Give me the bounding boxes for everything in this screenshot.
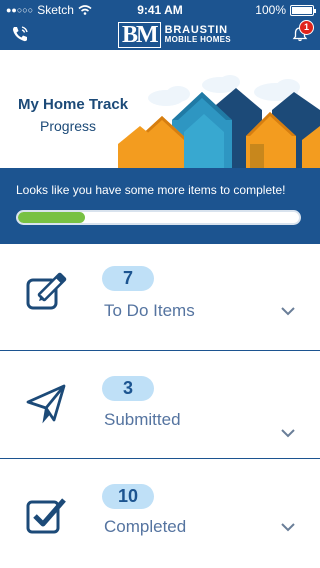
chevron-down-icon[interactable] — [280, 522, 296, 532]
logo-line1: BRAUSTIN — [164, 24, 228, 36]
completed-count-badge: 10 — [102, 484, 154, 509]
paper-plane-icon — [26, 384, 66, 424]
hero-title: My Home Track — [18, 96, 129, 113]
chevron-down-icon[interactable] — [280, 306, 296, 316]
completed-label: Completed — [104, 517, 187, 536]
logo-mark: BM — [118, 22, 161, 48]
progress-message: Looks like you have some more items to c… — [16, 183, 286, 197]
battery-info: 100% — [255, 3, 316, 17]
progress-bar — [16, 210, 301, 225]
hero-subtitle: Progress — [40, 118, 97, 134]
edit-icon — [26, 272, 67, 310]
todo-items-row[interactable]: 7 To Do Items — [0, 244, 320, 351]
checkbox-icon — [26, 498, 66, 534]
nav-bar: BM BRAUSTIN MOBILE HOMES 1 — [0, 20, 320, 50]
battery-percent: 100% — [255, 3, 286, 17]
hero-banner: My Home Track Progress — [0, 50, 320, 168]
notification-badge: 1 — [299, 20, 314, 35]
chevron-down-icon[interactable] — [280, 428, 296, 438]
submitted-label: Submitted — [104, 410, 181, 429]
progress-panel: Looks like you have some more items to c… — [0, 168, 320, 244]
status-bar: ●●○○○ Sketch 9:41 AM 100% — [0, 0, 320, 20]
brand-logo: BM BRAUSTIN MOBILE HOMES — [118, 22, 231, 48]
todo-label: To Do Items — [104, 301, 195, 320]
battery-icon — [290, 4, 316, 16]
todo-count-badge: 7 — [102, 266, 154, 291]
houses-illustration — [118, 75, 320, 168]
submitted-count-badge: 3 — [102, 376, 154, 401]
logo-line2: MOBILE HOMES — [164, 35, 231, 44]
phone-icon[interactable] — [10, 24, 30, 44]
completed-row[interactable]: 10 Completed — [0, 460, 320, 567]
progress-fill — [18, 212, 86, 223]
submitted-row[interactable]: 3 Submitted — [0, 352, 320, 459]
